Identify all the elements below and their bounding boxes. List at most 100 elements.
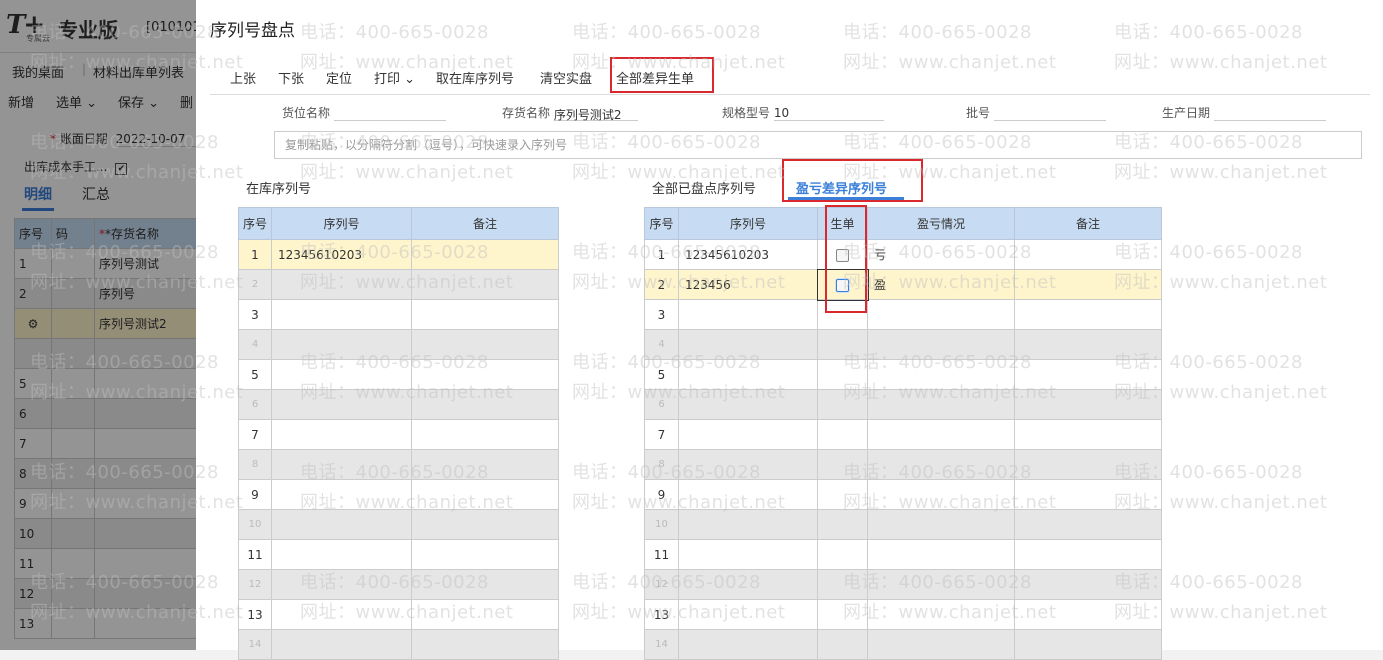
row-note[interactable] (1014, 449, 1162, 480)
row-note[interactable] (411, 299, 559, 330)
row-serial[interactable] (271, 569, 412, 600)
row-serial[interactable] (271, 629, 412, 660)
row-serial[interactable] (271, 509, 412, 540)
row-serial[interactable]: 12345610203 (271, 239, 412, 270)
table-row[interactable]: 2 (238, 269, 559, 300)
table-row[interactable]: 6 (644, 389, 1162, 420)
row-serial[interactable] (271, 359, 412, 390)
row-serial[interactable] (678, 329, 818, 360)
table-row[interactable]: 14 (238, 629, 559, 660)
row-note[interactable] (1014, 239, 1162, 270)
row-serial[interactable]: 123456 (678, 269, 818, 300)
row-serial[interactable] (678, 299, 818, 330)
table-row[interactable]: 2 123456 盈 (644, 268, 1162, 301)
row-serial[interactable] (271, 599, 412, 630)
left-header-index: 序号 (238, 207, 272, 240)
table-row[interactable]: 14 (644, 629, 1162, 660)
table-row[interactable]: 7 (644, 419, 1162, 450)
table-row[interactable]: 11 (644, 539, 1162, 570)
row-serial[interactable]: 12345610203 (678, 239, 818, 270)
table-row[interactable]: 9 (238, 479, 559, 510)
row-note[interactable] (411, 599, 559, 630)
table-row[interactable]: 7 (238, 419, 559, 450)
row-note[interactable] (411, 419, 559, 450)
row-serial[interactable] (678, 389, 818, 420)
table-row[interactable]: 5 (238, 359, 559, 390)
batch-value[interactable] (993, 106, 1106, 121)
print-button[interactable]: 打印 ⌄ (374, 68, 415, 87)
row-note[interactable] (1014, 539, 1162, 570)
table-row[interactable]: 12 (644, 569, 1162, 600)
row-serial[interactable] (271, 479, 412, 510)
serial-paste-input[interactable]: 复制粘贴，以分隔符分割（逗号），可快速录入序列号 (274, 131, 1362, 159)
row-note[interactable] (411, 629, 559, 660)
row-note[interactable] (1014, 269, 1162, 300)
row-serial[interactable] (271, 539, 412, 570)
fetch-in-stock-serial-button[interactable]: 取在库序列号 (436, 68, 514, 87)
row-note[interactable] (411, 539, 559, 570)
row-note[interactable] (1014, 299, 1162, 330)
table-row[interactable]: 8 (644, 449, 1162, 480)
row-serial[interactable] (271, 419, 412, 450)
row-note[interactable] (1014, 389, 1162, 420)
row-serial[interactable] (271, 389, 412, 420)
table-row[interactable]: 13 (644, 599, 1162, 630)
row-note[interactable] (411, 329, 559, 360)
tab-all-counted-serial[interactable]: 全部已盘点序列号 (652, 178, 756, 197)
row-serial[interactable] (678, 569, 818, 600)
table-row[interactable]: 8 (238, 449, 559, 480)
clear-actual-count-button[interactable]: 清空实盘 (540, 68, 592, 87)
row-serial[interactable] (271, 449, 412, 480)
table-row[interactable]: 13 (238, 599, 559, 630)
table-row[interactable]: 9 (644, 479, 1162, 510)
table-row[interactable]: 4 (238, 329, 559, 360)
row-note[interactable] (411, 269, 559, 300)
row-note[interactable] (1014, 359, 1162, 390)
table-row[interactable]: 5 (644, 359, 1162, 390)
table-row[interactable]: 4 (644, 329, 1162, 360)
row-serial[interactable] (678, 539, 818, 570)
row-note[interactable] (1014, 419, 1162, 450)
row-note[interactable] (1014, 509, 1162, 540)
table-row[interactable]: 6 (238, 389, 559, 420)
row-note[interactable] (411, 449, 559, 480)
table-row[interactable]: 3 (644, 299, 1162, 330)
row-serial[interactable] (678, 629, 818, 660)
row-serial[interactable] (271, 299, 412, 330)
row-note[interactable] (411, 509, 559, 540)
prev-button[interactable]: 上张 (230, 68, 256, 87)
row-serial[interactable] (678, 359, 818, 390)
row-note[interactable] (1014, 479, 1162, 510)
table-row[interactable]: 10 (644, 509, 1162, 540)
next-button[interactable]: 下张 (278, 68, 304, 87)
production-date-value[interactable] (1213, 106, 1326, 121)
row-note[interactable] (1014, 599, 1162, 630)
row-note[interactable] (1014, 329, 1162, 360)
table-row[interactable]: 1 12345610203 亏 (644, 239, 1162, 270)
table-row[interactable]: 1 12345610203 (238, 239, 559, 270)
row-serial[interactable] (678, 509, 818, 540)
item-name-value[interactable]: 序列号测试2 (553, 106, 638, 122)
table-row[interactable]: 10 (238, 509, 559, 540)
row-serial[interactable] (271, 269, 412, 300)
row-note[interactable] (1014, 629, 1162, 660)
row-note[interactable] (411, 479, 559, 510)
row-note[interactable] (411, 389, 559, 420)
row-serial[interactable] (678, 449, 818, 480)
row-index: 14 (238, 629, 272, 660)
row-serial[interactable] (678, 419, 818, 450)
right-header-profit-loss: 盈亏情况 (867, 207, 1015, 240)
spec-value[interactable]: 10 (773, 106, 884, 121)
row-note[interactable] (411, 569, 559, 600)
table-row[interactable]: 11 (238, 539, 559, 570)
row-serial[interactable] (678, 479, 818, 510)
row-note[interactable] (1014, 569, 1162, 600)
row-serial[interactable] (678, 599, 818, 630)
location-value[interactable] (333, 106, 446, 121)
row-note[interactable] (411, 239, 559, 270)
row-note[interactable] (411, 359, 559, 390)
table-row[interactable]: 12 (238, 569, 559, 600)
row-serial[interactable] (271, 329, 412, 360)
table-row[interactable]: 3 (238, 299, 559, 330)
locate-button[interactable]: 定位 (326, 68, 352, 87)
